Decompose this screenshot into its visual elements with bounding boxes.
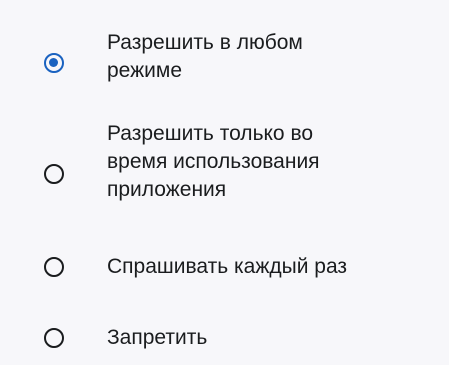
right-edge-strip (449, 0, 456, 365)
radio-button-icon[interactable] (44, 328, 64, 348)
option-deny[interactable]: Запретить (0, 306, 449, 365)
option-allow-always[interactable]: Разрешить в любом режиме (0, 15, 449, 95)
option-label: Спрашивать каждый раз (107, 255, 348, 278)
permission-options-panel: Разрешить в любом режиме Разрешить тольк… (0, 0, 449, 365)
radio-button-icon[interactable] (44, 164, 64, 184)
option-ask-every-time[interactable]: Спрашивать каждый раз (0, 240, 449, 296)
radio-button-icon[interactable] (44, 257, 64, 277)
radio-button-selected-icon[interactable] (44, 53, 64, 73)
option-label: Запретить (107, 326, 208, 349)
option-label: Разрешить в любом режиме (107, 31, 303, 82)
option-label: Разрешить только во время использования … (107, 122, 320, 201)
option-allow-while-using[interactable]: Разрешить только во время использования … (0, 112, 449, 222)
